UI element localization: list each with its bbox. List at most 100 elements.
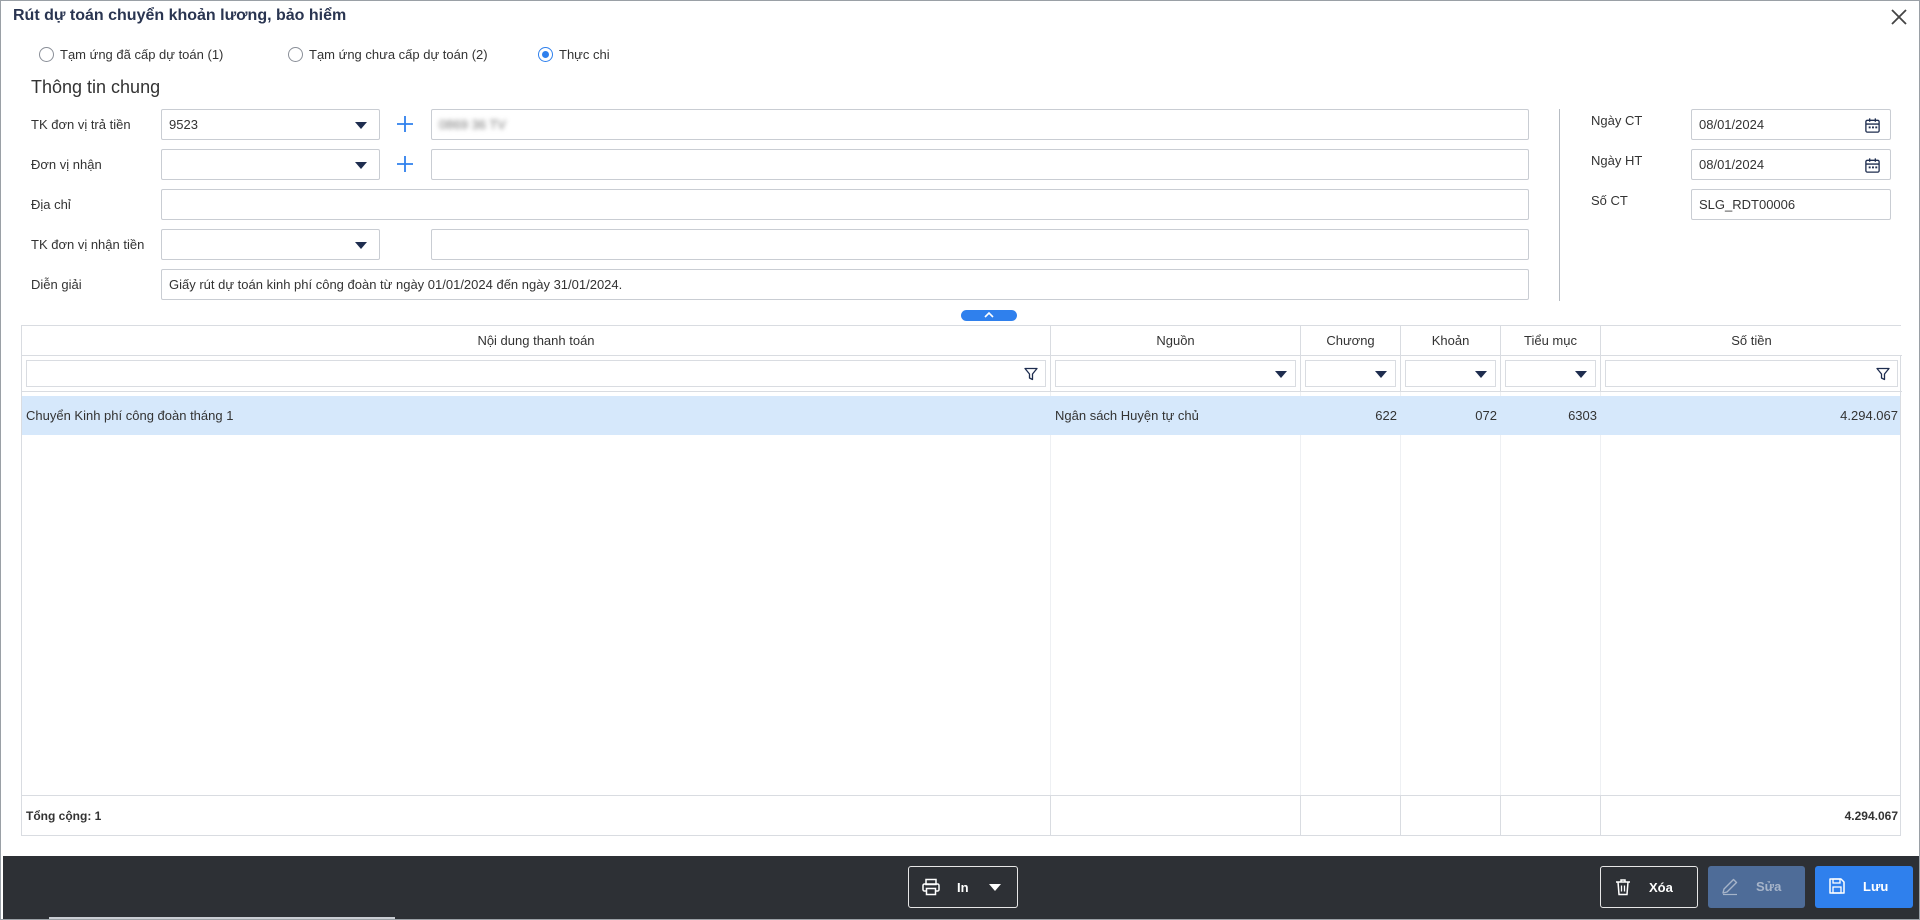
tk-recipient-name-field[interactable] [431,229,1529,260]
collapse-toggle-button[interactable] [961,310,1017,321]
save-button[interactable]: Lưu [1815,866,1913,908]
filter-input-amount[interactable] [1605,360,1898,387]
cell-subitem: 6303 [1568,408,1597,423]
total-amount: 4.294.067 [1844,808,1898,823]
address-label: Địa chỉ [31,197,71,212]
filter-icon[interactable] [1023,366,1039,382]
bottom-toolbar: In Xóa Sửa Lưu [3,856,1919,919]
cell-source: Ngân sách Huyện tự chủ [1055,408,1199,423]
radio-button[interactable] [39,47,54,62]
chevron-down-icon[interactable] [1475,371,1487,378]
close-button[interactable] [1887,5,1911,29]
date-ht-field[interactable]: 08/01/2024 [1691,149,1891,180]
filter-cell-chapter [1301,356,1401,392]
date-ct-field[interactable]: 08/01/2024 [1691,109,1891,140]
radio-button[interactable] [288,47,303,62]
printer-icon [922,878,940,896]
tk-payer-select[interactable]: 9523 [161,109,380,140]
filter-cell-source [1051,356,1301,392]
radio-label: Thực chi [559,47,610,62]
chevron-up-icon [984,311,994,318]
filter-select-chapter[interactable] [1305,360,1396,387]
radio-option-advance-allocated[interactable]: Tạm ứng đã cấp dự toán (1) [39,47,239,62]
dialog-title: Rút dự toán chuyển khoản lương, bảo hiểm [13,7,347,24]
plus-icon [397,116,413,132]
cell-content: Chuyển Kinh phí công đoàn tháng 1 [26,408,234,423]
trash-icon [1616,879,1630,896]
voucher-number-field[interactable]: SLG_RDT00006 [1691,189,1891,220]
filter-select-subitem[interactable] [1505,360,1596,387]
cell-chapter: 622 [1375,408,1397,423]
print-button-label: In [957,880,969,895]
tk-recipient-label: TK đơn vị nhận tiền [31,237,145,252]
filter-cell-amount [1601,356,1902,392]
footer-cell-subitem [1501,796,1601,835]
print-button[interactable]: In [908,866,1018,908]
delete-button-label: Xóa [1649,880,1673,895]
column-header-content[interactable]: Nội dung thanh toán [22,326,1051,356]
date-ct-label: Ngày CT [1591,113,1643,128]
recipient-name-field[interactable] [431,149,1529,180]
chevron-down-icon[interactable] [989,884,1001,892]
save-icon [1829,878,1845,894]
description-value: Giấy rút dự toán kinh phí công đoàn từ n… [169,277,623,292]
calendar-icon[interactable] [1864,157,1881,174]
total-label: Tổng cộng: 1 [22,796,1051,835]
edit-button[interactable]: Sửa [1708,866,1805,908]
calendar-icon[interactable] [1864,117,1881,134]
description-label: Diễn giải [31,277,82,292]
voucher-number-value: SLG_RDT00006 [1699,197,1796,212]
radio-button-selected[interactable] [538,47,553,62]
plus-icon [397,156,413,172]
pencil-icon [1722,878,1738,896]
column-header-amount[interactable]: Số tiền [1601,326,1902,356]
footer-cell-chapter [1301,796,1401,835]
filter-select-source[interactable] [1055,360,1296,387]
save-button-label: Lưu [1863,879,1889,894]
filter-cell-subitem [1501,356,1601,392]
chevron-down-icon[interactable] [1275,371,1287,378]
date-ht-value: 08/01/2024 [1699,157,1765,172]
tk-payer-name-field[interactable]: 0869 36 TV [431,109,1529,140]
radio-label: Tạm ứng chưa cấp dự toán (2) [309,47,488,62]
edit-button-label: Sửa [1756,879,1782,894]
radio-label: Tạm ứng đã cấp dự toán (1) [60,47,224,62]
cell-item: 072 [1475,408,1497,423]
chevron-down-icon[interactable] [355,242,367,249]
section-title: Thông tin chung [31,77,161,97]
recipient-label: Đơn vị nhận [31,157,102,172]
table-row[interactable]: Chuyển Kinh phí công đoàn tháng 1 Ngân s… [22,396,1900,435]
column-header-source[interactable]: Nguồn [1051,326,1301,356]
tk-recipient-select[interactable] [161,229,380,260]
radio-option-actual-spending[interactable]: Thực chi [538,47,658,62]
filter-cell-content [22,356,1051,392]
vertical-divider [1559,109,1560,301]
radio-option-advance-unallocated[interactable]: Tạm ứng chưa cấp dự toán (2) [288,47,508,62]
cell-amount: 4.294.067 [1840,408,1898,423]
chevron-down-icon[interactable] [1575,371,1587,378]
filter-input-content[interactable] [26,360,1046,387]
dialog: Rút dự toán chuyển khoản lương, bảo hiểm… [0,0,1920,920]
filter-cell-item [1401,356,1501,392]
delete-button[interactable]: Xóa [1600,866,1698,908]
filter-icon[interactable] [1875,366,1891,382]
date-ct-value: 08/01/2024 [1699,117,1765,132]
footer-cell-item [1401,796,1501,835]
column-header-chapter[interactable]: Chương [1301,326,1401,356]
chevron-down-icon[interactable] [355,122,367,129]
grid-footer: Tổng cộng: 1 4.294.067 [22,795,1900,835]
chevron-down-icon[interactable] [1375,371,1387,378]
add-payer-account-button[interactable] [395,114,415,134]
description-field[interactable]: Giấy rút dự toán kinh phí công đoàn từ n… [161,269,1529,300]
recipient-select[interactable] [161,149,380,180]
payment-detail-grid: Nội dung thanh toán Nguồn Chương Khoản T… [21,325,1902,836]
filter-select-item[interactable] [1405,360,1496,387]
add-recipient-button[interactable] [395,154,415,174]
address-field[interactable] [161,189,1529,220]
column-header-item[interactable]: Khoản [1401,326,1501,356]
chevron-down-icon[interactable] [355,162,367,169]
voucher-number-label: Số CT [1591,193,1628,208]
tk-payer-name: 0869 36 TV [439,117,506,132]
column-header-subitem[interactable]: Tiểu mục [1501,326,1601,356]
tk-payer-label: TK đơn vị trả tiền [31,117,131,132]
